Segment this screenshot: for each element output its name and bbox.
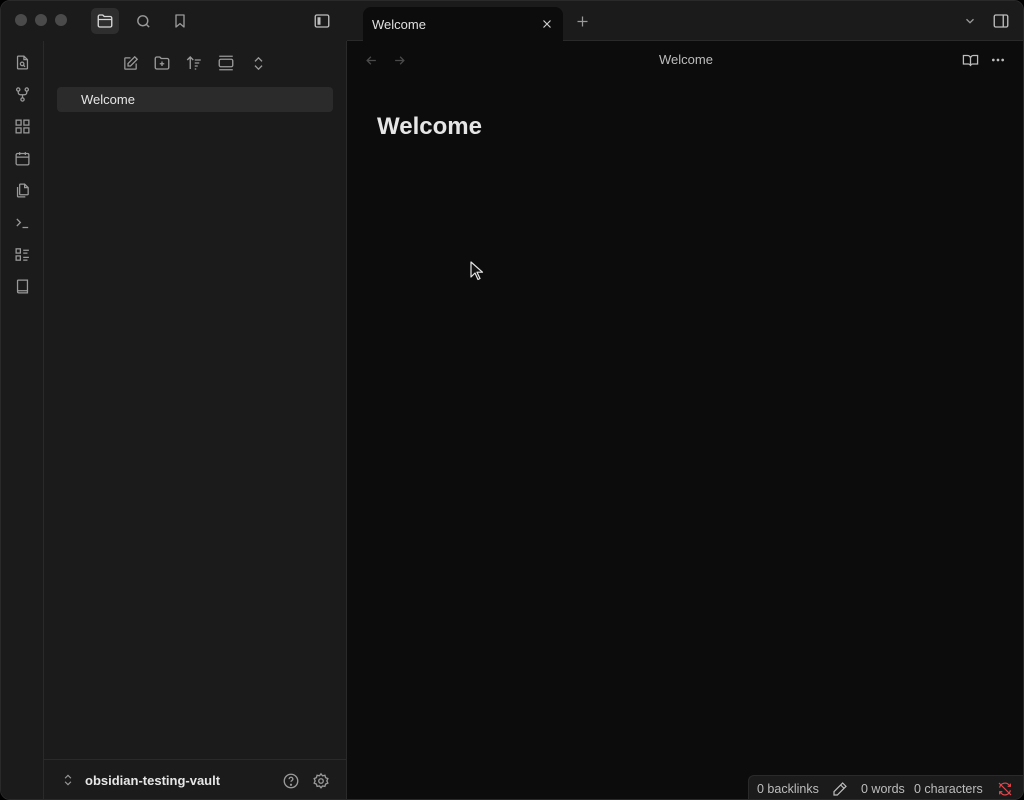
character-count: 0 characters <box>914 782 983 796</box>
file-item-welcome[interactable]: Welcome <box>57 87 333 112</box>
new-tab-button[interactable] <box>573 12 591 30</box>
sync-error-icon <box>998 782 1012 796</box>
files-tab-button[interactable] <box>91 8 119 34</box>
gallery-vertical-icon <box>218 55 234 71</box>
layout-dashboard-icon <box>14 118 30 134</box>
calendar-icon <box>14 151 30 166</box>
expand-all-button[interactable] <box>247 52 269 74</box>
window-minimize-button[interactable] <box>35 14 47 26</box>
help-circle-icon <box>283 773 299 789</box>
book-open-icon <box>962 54 978 66</box>
files-icon <box>16 182 29 198</box>
mouse-cursor-icon <box>470 261 484 281</box>
folder-icon <box>97 14 113 28</box>
reading-view-button[interactable] <box>960 50 980 70</box>
plus-icon <box>577 16 587 26</box>
sidebar-right-icon <box>993 14 1009 28</box>
gear-icon <box>313 772 329 789</box>
view-header: Welcome <box>347 41 1023 77</box>
tab-list-button[interactable] <box>961 12 979 30</box>
quick-switcher-button[interactable] <box>11 51 33 73</box>
close-icon <box>543 20 551 28</box>
search-tab-button[interactable] <box>129 8 157 34</box>
git-fork-icon <box>15 86 29 102</box>
edit-icon <box>123 55 138 70</box>
new-folder-button[interactable] <box>151 52 173 74</box>
list-todo-icon <box>14 247 29 261</box>
sort-icon <box>186 56 201 70</box>
more-horizontal-icon <box>992 58 1004 62</box>
bookmarks-tab-button[interactable] <box>166 8 194 34</box>
publish-button[interactable] <box>11 275 33 297</box>
sync-status-button[interactable] <box>997 781 1013 797</box>
word-count: 0 words <box>861 782 905 796</box>
tab-welcome[interactable]: Welcome <box>363 7 563 41</box>
view-header-title[interactable]: Welcome <box>347 52 1023 67</box>
note-heading[interactable]: Welcome <box>377 113 482 141</box>
file-search-icon <box>16 54 28 70</box>
toggle-right-sidebar-button[interactable] <box>991 11 1011 31</box>
chevrons-up-down-icon <box>64 774 72 786</box>
help-button[interactable] <box>280 770 302 792</box>
editing-mode-button[interactable] <box>832 781 848 797</box>
chevrons-up-down-icon <box>254 56 262 70</box>
tab-bar: Welcome <box>347 1 1023 41</box>
graph-view-button[interactable] <box>11 83 33 105</box>
backlinks-count[interactable]: 0 backlinks <box>757 782 819 796</box>
settings-button[interactable] <box>310 770 332 792</box>
pencil-icon <box>833 782 847 796</box>
search-icon <box>136 14 150 28</box>
templates-button[interactable] <box>11 179 33 201</box>
app-window: Welcome obsidian-testing-vault Welcome W… <box>0 0 1024 800</box>
window-zoom-button[interactable] <box>55 14 67 26</box>
book-icon <box>16 278 28 294</box>
tab-title: Welcome <box>372 17 426 32</box>
folder-plus-icon <box>154 56 170 70</box>
tab-close-button[interactable] <box>539 16 555 32</box>
daily-note-button[interactable] <box>11 147 33 169</box>
sidebar-left-icon <box>314 14 330 28</box>
file-explorer: Welcome obsidian-testing-vault <box>44 41 347 799</box>
vault-profile-bar: obsidian-testing-vault <box>44 759 347 799</box>
new-note-button[interactable] <box>119 52 141 74</box>
canvas-button[interactable] <box>11 115 33 137</box>
vault-name[interactable]: obsidian-testing-vault <box>85 773 220 788</box>
auto-reveal-file-button[interactable] <box>215 52 237 74</box>
ribbon <box>1 41 44 799</box>
chevron-down-icon <box>966 18 974 24</box>
change-sort-order-button[interactable] <box>183 52 205 74</box>
command-palette-button[interactable] <box>11 211 33 233</box>
more-options-button[interactable] <box>988 50 1008 70</box>
toggle-left-sidebar-button[interactable] <box>308 8 336 34</box>
status-bar: 0 backlinks 0 words 0 characters <box>748 775 1023 799</box>
bookmark-icon <box>175 14 185 28</box>
window-close-button[interactable] <box>15 14 27 26</box>
bases-button[interactable] <box>11 243 33 265</box>
left-titlebar <box>1 1 347 41</box>
vault-switcher-button[interactable] <box>61 771 75 789</box>
terminal-icon <box>15 218 28 228</box>
